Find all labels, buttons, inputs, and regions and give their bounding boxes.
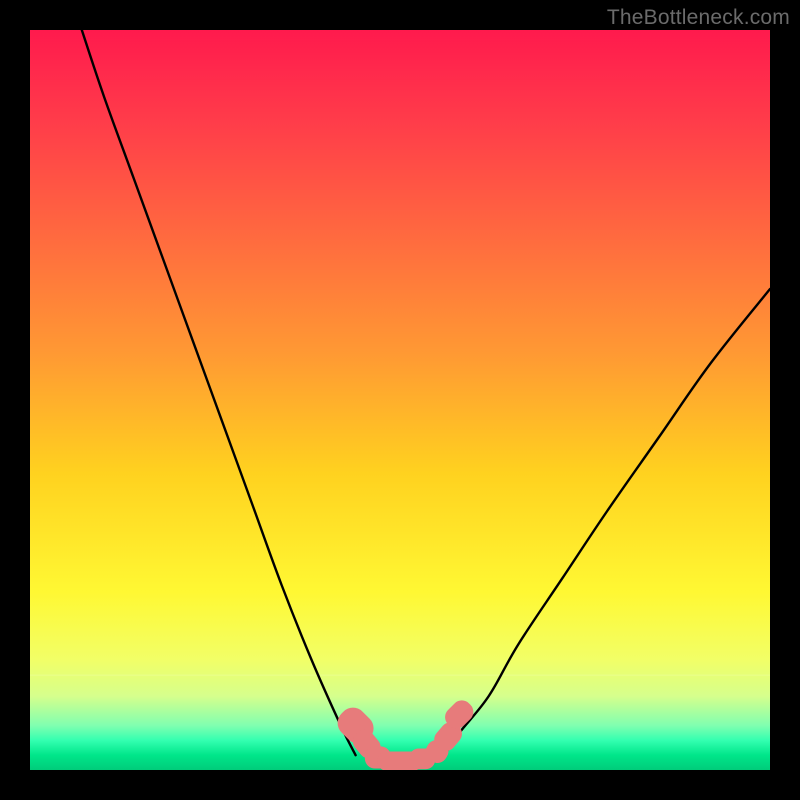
curve-right-branch (444, 289, 770, 755)
marker-group (332, 696, 477, 770)
plot-area (30, 30, 770, 770)
curve-svg (30, 30, 770, 770)
watermark-text: TheBottleneck.com (607, 6, 790, 30)
curve-group (82, 30, 770, 755)
curve-left-branch (82, 30, 356, 755)
chart-frame: TheBottleneck.com (0, 0, 800, 800)
